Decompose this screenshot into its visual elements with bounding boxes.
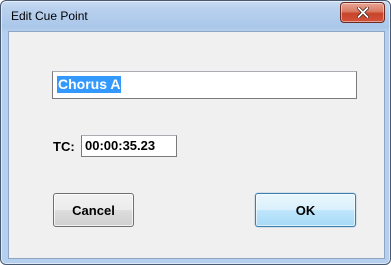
cancel-button[interactable]: Cancel: [53, 193, 134, 227]
timecode-input[interactable]: 00:00:35.23: [81, 135, 177, 157]
cue-name-input[interactable]: Chorus A: [52, 71, 357, 99]
title-bar[interactable]: Edit Cue Point: [1, 1, 390, 32]
close-icon: [356, 7, 369, 18]
cue-name-value: Chorus A: [57, 76, 122, 93]
window-title: Edit Cue Point: [11, 9, 88, 23]
dialog-body: Chorus A TC: 00:00:35.23 Cancel OK: [8, 31, 385, 259]
close-button[interactable]: [340, 2, 385, 23]
dialog-window: Edit Cue Point Chorus A TC: 00:00:35.23 …: [0, 0, 391, 265]
ok-button[interactable]: OK: [255, 193, 356, 227]
tc-label: TC:: [53, 139, 75, 154]
